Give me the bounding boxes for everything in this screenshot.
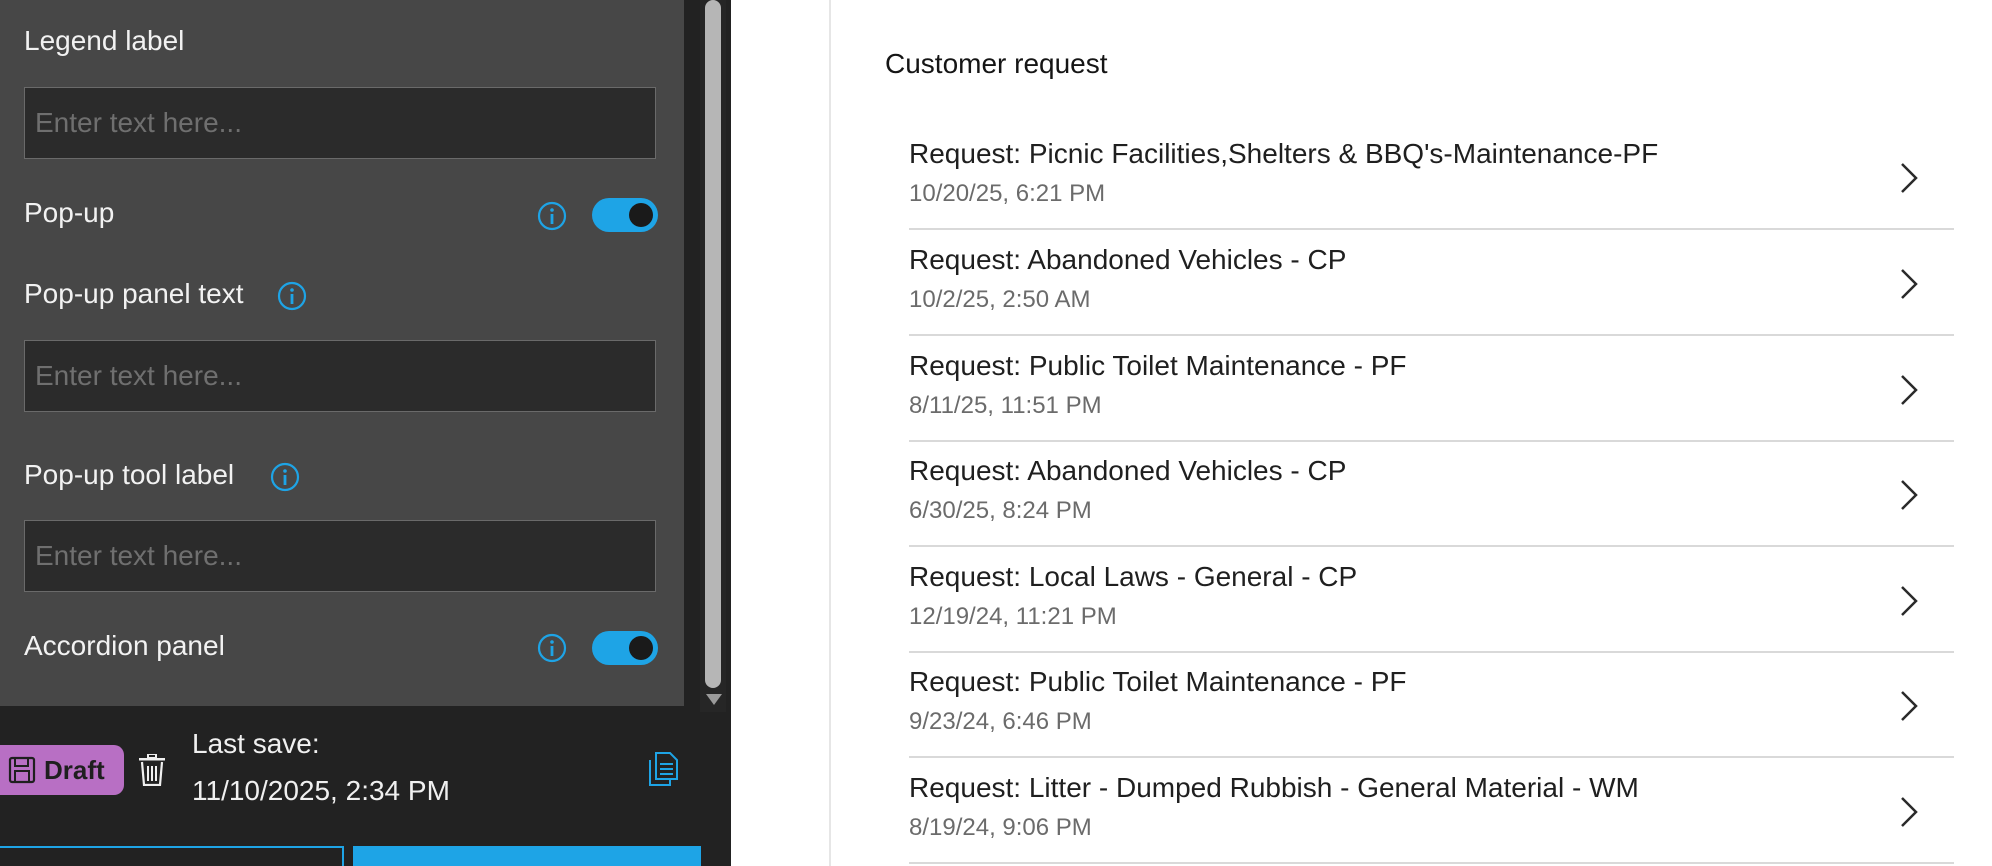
request-title: Request: Abandoned Vehicles - CP: [909, 244, 1347, 275]
request-date: 8/19/24, 9:06 PM: [909, 814, 1092, 841]
draft-label: Draft: [44, 754, 105, 785]
request-title: Request: Abandoned Vehicles - CP: [909, 455, 1347, 486]
info-icon[interactable]: [537, 633, 567, 663]
popup-panel-text-label: Pop-up panel text: [24, 278, 244, 309]
scrollbar-thumb[interactable]: [705, 0, 721, 688]
request-title: Request: Local Laws - General - CP: [909, 561, 1358, 592]
list-item[interactable]: Request: Litter - Dumped Rubbish - Gener…: [909, 758, 1954, 864]
document-icon[interactable]: [648, 752, 678, 786]
last-save-timestamp: 11/10/2025, 2:34 PM: [192, 775, 450, 806]
list-item[interactable]: Request: Abandoned Vehicles - CP 6/30/25…: [909, 441, 1954, 547]
info-icon[interactable]: [537, 201, 567, 231]
accordion-toggle[interactable]: [592, 631, 658, 665]
chevron-right-icon: [1901, 375, 1918, 405]
legend-label-input[interactable]: [24, 87, 656, 159]
popup-panel-text-input[interactable]: [24, 340, 656, 412]
draft-status-badge: Draft: [0, 745, 124, 795]
list-item[interactable]: Request: Picnic Facilities,Shelters & BB…: [909, 124, 1954, 230]
secondary-button[interactable]: [0, 846, 344, 866]
request-date: 10/20/25, 6:21 PM: [909, 180, 1106, 207]
chevron-right-icon: [1901, 797, 1918, 827]
settings-panel: Legend label Pop-up Pop-up panel text Po…: [0, 0, 731, 866]
list-item[interactable]: Request: Abandoned Vehicles - CP 10/2/25…: [909, 230, 1954, 336]
request-date: 10/2/25, 2:50 AM: [909, 286, 1091, 313]
settings-area: Legend label Pop-up Pop-up panel text Po…: [0, 0, 684, 706]
trash-icon[interactable]: [138, 754, 166, 786]
save-icon: [8, 756, 36, 784]
request-title: Request: Public Toilet Maintenance - PF: [909, 350, 1407, 381]
chevron-right-icon: [1901, 480, 1918, 510]
list-item[interactable]: Request: Public Toilet Maintenance - PF …: [909, 336, 1954, 442]
popup-tool-label-input[interactable]: [24, 520, 656, 592]
chevron-right-icon: [1901, 163, 1918, 193]
popup-toggle[interactable]: [592, 198, 658, 232]
customer-request-title: Customer request: [885, 48, 1108, 79]
chevron-right-icon: [1901, 269, 1918, 299]
request-title: Request: Litter - Dumped Rubbish - Gener…: [909, 772, 1639, 803]
chevron-right-icon: [1901, 691, 1918, 721]
request-date: 12/19/24, 11:21 PM: [909, 603, 1117, 630]
popup-tool-label: Pop-up tool label: [24, 459, 235, 490]
chevron-right-icon: [1901, 586, 1918, 616]
request-date: 8/11/25, 11:51 PM: [909, 392, 1102, 419]
request-date: 9/23/24, 6:46 PM: [909, 708, 1092, 735]
info-icon[interactable]: [270, 462, 300, 492]
request-date: 6/30/25, 8:24 PM: [909, 497, 1092, 524]
popup-label: Pop-up: [24, 197, 115, 228]
toggle-knob: [629, 636, 653, 660]
scroll-down-arrow-icon[interactable]: [706, 694, 722, 705]
list-item[interactable]: Request: Local Laws - General - CP 12/19…: [909, 547, 1954, 653]
info-icon[interactable]: [277, 281, 307, 311]
legend-label: Legend label: [24, 25, 185, 56]
toggle-knob: [629, 203, 653, 227]
request-title: Request: Picnic Facilities,Shelters & BB…: [909, 138, 1659, 169]
request-title: Request: Public Toilet Maintenance - PF: [909, 666, 1407, 697]
last-save-label: Last save:: [192, 728, 320, 759]
primary-button[interactable]: [353, 846, 701, 866]
list-item[interactable]: Request: Public Toilet Maintenance - PF …: [909, 652, 1954, 758]
accordion-panel-label: Accordion panel: [24, 630, 225, 661]
